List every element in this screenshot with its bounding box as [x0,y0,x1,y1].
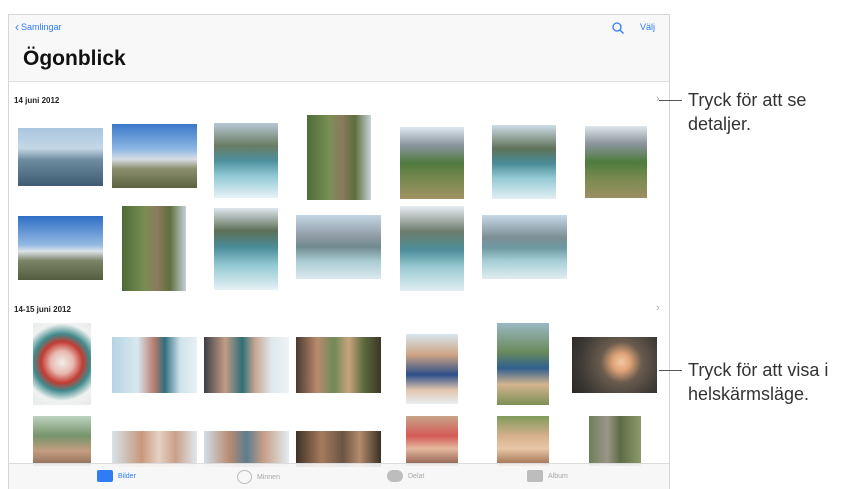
memories-icon [237,470,252,484]
photo-thumbnail[interactable] [18,216,103,280]
tab-shared[interactable]: Delat [387,470,424,482]
callout-leader-line [659,370,682,371]
photo-thumbnail[interactable] [204,431,289,467]
photo-thumbnail[interactable] [400,127,464,199]
photo-thumbnail[interactable] [406,334,458,404]
photo-thumbnail[interactable] [204,337,289,393]
photo-thumbnail[interactable] [214,208,278,290]
photos-icon [97,470,113,482]
tab-label: Delat [408,472,425,480]
select-button[interactable]: Välj [640,22,655,32]
photo-thumbnail[interactable] [112,431,197,467]
photo-thumbnail[interactable] [497,323,549,405]
search-icon[interactable] [611,21,625,35]
navbar-divider [9,81,669,82]
photo-thumbnail[interactable] [296,215,381,279]
callout-leader-line [659,100,682,101]
photo-thumbnail[interactable] [296,337,381,393]
photo-thumbnail[interactable] [572,337,657,393]
tab-label: Album [548,472,568,480]
tab-memories[interactable]: Minnen [237,470,280,484]
photo-thumbnail[interactable] [296,431,381,467]
callout-details: Tryck för att se detaljer. [688,90,807,134]
back-button[interactable]: ‹ Samlingar [15,19,62,34]
photo-thumbnail[interactable] [18,128,103,186]
photo-thumbnail[interactable] [307,115,371,200]
photo-thumbnail[interactable] [214,123,278,198]
tab-photos[interactable]: Bilder [97,470,136,482]
photo-thumbnail[interactable] [33,323,91,405]
tab-albums[interactable]: Album [527,470,568,482]
tab-label: Minnen [257,473,280,481]
callout-fullscreen: Tryck för att visa i helskärmsläge. [688,360,829,404]
photo-thumbnail[interactable] [33,416,91,466]
photo-thumbnail[interactable] [122,206,186,291]
photo-thumbnail[interactable] [112,337,197,393]
section-details-chevron-icon[interactable]: › [656,302,660,314]
page-title: Ögonblick [23,47,126,70]
chevron-left-icon: ‹ [15,19,19,34]
photos-app-window: ‹ Samlingar Välj Ögonblick 14 juni 2012 … [8,14,670,489]
photo-thumbnail[interactable] [497,416,549,466]
back-button-label: Samlingar [21,22,62,32]
section-date-header: 14-15 juni 2012 [14,305,71,314]
photo-thumbnail[interactable] [492,125,556,199]
photo-thumbnail[interactable] [585,126,647,198]
albums-icon [527,470,543,482]
photo-thumbnail[interactable] [400,206,464,291]
section-date-header: 14 juni 2012 [14,96,60,105]
cloud-icon [387,470,403,482]
tab-label: Bilder [118,472,136,480]
photo-thumbnail[interactable] [112,124,197,188]
tab-bar: Bilder Minnen Delat Album [9,463,669,489]
photo-thumbnail[interactable] [406,416,458,466]
photo-thumbnail[interactable] [589,416,641,466]
section-details-chevron-icon[interactable]: › [656,93,660,105]
navigation-bar: ‹ Samlingar Välj Ögonblick [9,15,669,81]
photo-thumbnail[interactable] [482,215,567,279]
